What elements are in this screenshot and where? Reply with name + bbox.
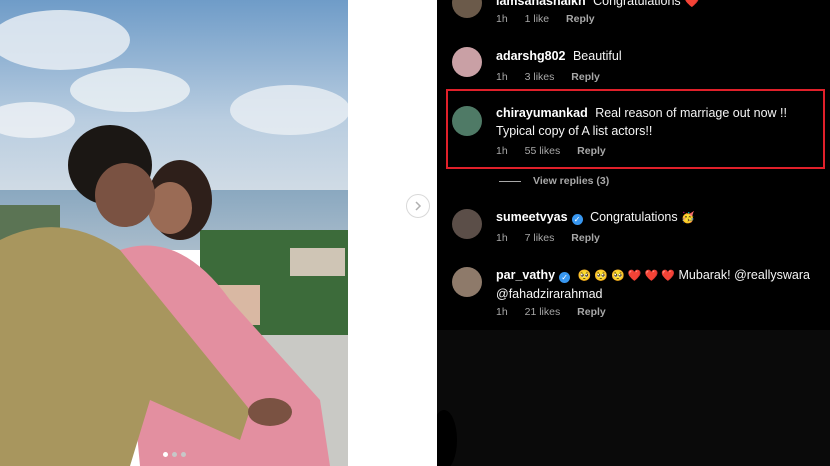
comment-body: par_vathy ✓ 🥺 🥺 🥺 ❤️ ❤️ ❤️ Mubarak! @real…: [496, 266, 811, 303]
gap: [348, 0, 437, 466]
divider: [499, 180, 521, 182]
reply-button[interactable]: Reply: [571, 71, 600, 83]
comment-username[interactable]: par_vathy: [496, 268, 555, 282]
carousel-indicator: [0, 452, 348, 457]
comment-likes[interactable]: 3 likes: [525, 71, 555, 83]
comment-body: lamsahashaikh Congratulations ❤️: [496, 0, 816, 10]
comment-username[interactable]: sumeetvyas: [496, 210, 568, 224]
highlight-box: [446, 89, 825, 169]
reply-button[interactable]: Reply: [571, 232, 600, 244]
comment-body: sumeetvyas ✓ Congratulations 🥳: [496, 208, 816, 227]
comment-meta: 1h 21 likes Reply: [496, 306, 620, 318]
avatar[interactable]: [452, 209, 482, 239]
comment-text: Congratulations ❤️: [593, 0, 700, 8]
comment-likes[interactable]: 7 likes: [525, 232, 555, 244]
reply-button[interactable]: Reply: [577, 306, 606, 318]
comment-time: 1h: [496, 232, 508, 244]
comment-text: Beautiful: [572, 49, 622, 63]
view-replies-label: View replies (3): [533, 175, 610, 187]
reply-button[interactable]: Reply: [566, 13, 595, 25]
avatar[interactable]: [452, 267, 482, 297]
comment-text: Congratulations: [590, 210, 678, 224]
comment-username[interactable]: adarshg802: [496, 49, 565, 63]
verified-icon: ✓: [571, 214, 583, 225]
post-photo[interactable]: [0, 0, 348, 466]
carousel-dot: [180, 452, 186, 457]
comment-likes[interactable]: 1 like: [525, 13, 550, 25]
comment-time: 1h: [496, 71, 508, 83]
avatar[interactable]: [452, 47, 482, 77]
comment-meta: 1h 7 likes Reply: [496, 232, 614, 244]
couple-photo: [0, 0, 348, 466]
chevron-right-icon: [415, 201, 422, 211]
comment-time: 1h: [496, 306, 508, 318]
party-face-emoji: 🥳: [681, 212, 695, 224]
carousel-dot: [171, 452, 177, 457]
comment-time: 1h: [496, 13, 508, 25]
comment-input-area: [437, 330, 830, 466]
view-replies-button[interactable]: View replies (3): [499, 175, 609, 187]
comment-meta: 1h 3 likes Reply: [496, 71, 614, 83]
comment-meta: 1h 1 like Reply: [496, 13, 609, 25]
comment-likes[interactable]: 21 likes: [525, 306, 561, 318]
carousel-dot: [162, 452, 168, 457]
avatar[interactable]: [452, 0, 482, 18]
comment-emojis: 🥺 🥺 🥺 ❤️ ❤️ ❤️: [577, 270, 676, 282]
next-photo-button[interactable]: [406, 194, 430, 218]
comments-panel: lamsahashaikh Congratulations ❤️ 1h 1 li…: [437, 0, 830, 466]
comment-body: adarshg802 Beautiful: [496, 47, 816, 65]
verified-icon: ✓: [559, 272, 571, 283]
comment-username[interactable]: lamsahashaikh: [496, 0, 586, 8]
